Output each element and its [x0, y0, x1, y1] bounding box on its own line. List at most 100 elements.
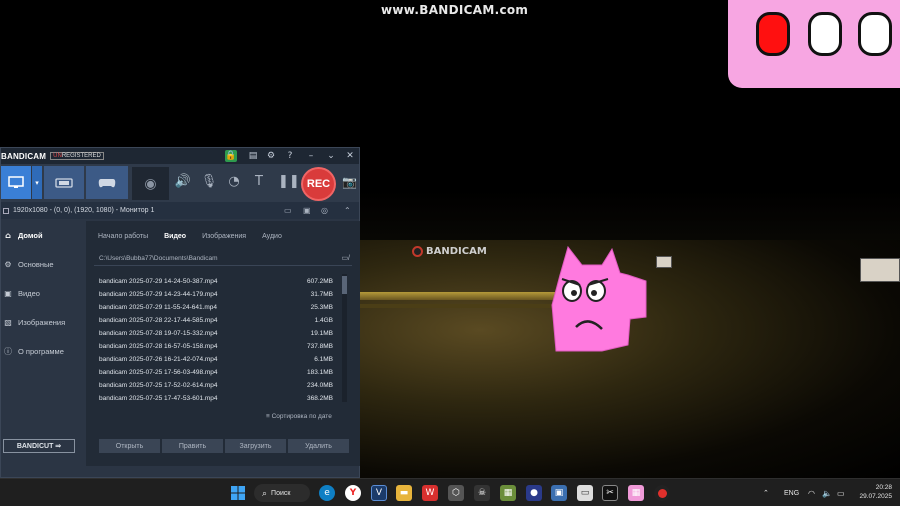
game-rail-shadow [360, 304, 580, 308]
edge-icon[interactable]: e [319, 485, 335, 501]
record-button[interactable]: REC [301, 167, 336, 201]
close-icon[interactable]: ✕ [344, 150, 356, 162]
collapse-icon[interactable]: ⌃ [344, 206, 351, 215]
video-small-icon[interactable]: ▭ [284, 206, 292, 215]
wps-icon[interactable]: W [422, 485, 438, 501]
bandicam-window[interactable]: BANDICAM UNREGISTERED 🔒 ▤ ⚙ ? – ⌄ ✕ ▾ ◉ [0, 147, 360, 478]
mouse-cursor-icon[interactable]: ◔ [224, 172, 244, 192]
distant-sprite [656, 256, 672, 268]
pink-app-icon[interactable]: ▦ [628, 485, 644, 501]
wifi-icon[interactable]: ◠ [808, 479, 815, 506]
tab-audio[interactable]: Аудио [262, 233, 282, 240]
gamepad-icon [98, 178, 116, 187]
folder-icon[interactable]: ▤ [247, 150, 259, 162]
open-button[interactable]: Открыть [99, 439, 160, 453]
output-folder-path[interactable]: C:\Users\Bubba77\Documents\Bandicam ▭/ [94, 251, 352, 266]
screen-mode-dropdown[interactable]: ▾ [32, 166, 42, 199]
list-item[interactable]: bandicam 2025-07-28 22-17-44-585.mp4 1.4G… [99, 314, 349, 327]
bandicut-button[interactable]: BANDICUT ⇒ [3, 439, 75, 453]
red-button[interactable] [756, 12, 790, 56]
restore-icon[interactable]: ⌄ [325, 150, 337, 162]
app-icon-2[interactable]: ☠ [474, 485, 490, 501]
edit-button[interactable]: Править [162, 439, 223, 453]
game-mode-button[interactable] [86, 166, 128, 199]
white-button-2[interactable] [858, 12, 892, 56]
settings-icon[interactable]: ⚙ [265, 150, 277, 162]
taskbar: ⌕ Поиск e Y V ▬ W ⬡ ☠ ▦ ● ▣ ▭ ✂ ▦ ⌃ ENG … [0, 478, 900, 506]
camera-snapshot-icon[interactable]: 📷 [342, 175, 357, 189]
game-logo-text: BANDICAM [426, 246, 487, 257]
help-icon[interactable]: ? [284, 150, 296, 162]
unregistered-badge[interactable]: UNREGISTERED [50, 152, 104, 160]
screen-mode-button[interactable] [1, 166, 31, 199]
bandicam-titlebar[interactable]: BANDICAM UNREGISTERED 🔒 ▤ ⚙ ? – ⌄ ✕ [1, 148, 359, 164]
microphone-icon[interactable]: 🎙 [199, 172, 219, 192]
delete-button[interactable]: Удалить [288, 439, 349, 453]
app-icon-3[interactable]: ● [526, 485, 542, 501]
list-item[interactable]: bandicam 2025-07-25 17-52-02-614.mp4 234.… [99, 379, 349, 392]
sidebar-item-home[interactable]: ⌂ Домой [1, 221, 86, 250]
sidebar-item-label: Видео [18, 289, 40, 298]
minimize-icon[interactable]: – [305, 150, 317, 162]
list-item[interactable]: bandicam 2025-07-28 16-57-05-158.mp4 737.… [99, 340, 349, 353]
sidebar-item-about[interactable]: ⓘ О программе [1, 337, 86, 366]
folder-browse-icon[interactable]: ▭/ [341, 254, 350, 262]
game-view[interactable]: BANDICAM [360, 0, 900, 478]
search-label: Поиск [271, 489, 291, 497]
volume-icon[interactable]: 🔈 [822, 479, 832, 506]
app-icon-5[interactable]: ▭ [577, 485, 593, 501]
bandicam-toolbar: ▾ ◉ 🔊 🎙 ◔ T ❚❚ REC 📷 [1, 164, 359, 202]
monitor-icon [8, 176, 24, 188]
tray-chevron-icon[interactable]: ⌃ [763, 479, 769, 506]
sidebar-item-label: Домой [18, 231, 43, 240]
text-overlay-icon[interactable]: T [249, 172, 269, 192]
explorer-icon[interactable]: ▬ [396, 485, 412, 501]
list-item[interactable]: bandicam 2025-07-29 14-23-44-179.mp4 31.7… [99, 288, 349, 301]
app-icon-1[interactable]: ⬡ [448, 485, 464, 501]
taskbar-search[interactable]: ⌕ Поиск [254, 484, 310, 502]
bandicam-taskbar-icon[interactable] [654, 485, 670, 501]
v-app-icon[interactable]: V [371, 485, 387, 501]
list-item[interactable]: bandicam 2025-07-29 11-55-24-641.mp4 25.3… [99, 301, 349, 314]
file-size: 737.8MB [306, 343, 333, 350]
list-item[interactable]: bandicam 2025-07-29 14-24-50-387.mp4 607.… [99, 275, 349, 288]
device-mode-button[interactable] [44, 166, 84, 199]
capcut-icon[interactable]: ✂ [602, 485, 618, 501]
sidebar-item-images[interactable]: ▧ Изображения [1, 308, 86, 337]
sidebar: ⌂ Домой ⚙ Основные ▣ Видео ▧ Изображения… [1, 221, 86, 466]
pause-icon[interactable]: ❚❚ [278, 172, 300, 192]
edge-sprite [860, 258, 900, 282]
tab-video[interactable]: Видео [164, 233, 186, 240]
file-list-scrollbar[interactable] [342, 274, 347, 402]
speaker-icon[interactable]: 🔊 [173, 172, 193, 192]
sort-control[interactable]: ≡ Сортировка по дате [266, 413, 332, 420]
scrollbar-thumb[interactable] [342, 276, 347, 294]
yandex-icon[interactable]: Y [345, 485, 361, 501]
list-item[interactable]: bandicam 2025-07-26 16-21-42-074.mp4 6.1M… [99, 353, 349, 366]
app-icon-4[interactable]: ▣ [551, 485, 567, 501]
upload-button[interactable]: Загрузить [225, 439, 286, 453]
lock-icon[interactable]: 🔒 [225, 150, 237, 162]
tab-getting-started[interactable]: Начало работы [98, 233, 148, 240]
sidebar-item-general[interactable]: ⚙ Основные [1, 250, 86, 279]
file-size: 1.4GB [314, 317, 333, 324]
list-item[interactable]: bandicam 2025-07-25 17-47-53-601.mp4 368.… [99, 392, 349, 405]
file-size: 25.3MB [310, 304, 333, 311]
clock-date: 29.07.2025 [859, 493, 892, 500]
gear-icon: ⚙ [4, 260, 12, 269]
sidebar-item-video[interactable]: ▣ Видео [1, 279, 86, 308]
language-indicator[interactable]: ENG [784, 479, 799, 506]
file-name: bandicam 2025-07-28 19-07-15-332.mp4 [99, 330, 218, 337]
list-item[interactable]: bandicam 2025-07-28 19-07-15-332.mp4 19.1… [99, 327, 349, 340]
broadcast-icon[interactable]: ◎ [321, 206, 328, 215]
white-button-1[interactable] [808, 12, 842, 56]
clock[interactable]: 20:28 29.07.2025 [852, 483, 892, 501]
battery-icon[interactable]: ▭ [837, 479, 845, 506]
window-select-icon[interactable]: ▣ [303, 206, 311, 215]
chevron-down-icon: ▾ [35, 179, 39, 187]
tab-images[interactable]: Изображения [202, 233, 246, 240]
start-icon[interactable] [230, 485, 246, 501]
webcam-toggle[interactable]: ◉ [132, 167, 169, 200]
minecraft-icon[interactable]: ▦ [500, 485, 516, 501]
list-item[interactable]: bandicam 2025-07-25 17-56-03-498.mp4 183.… [99, 366, 349, 379]
